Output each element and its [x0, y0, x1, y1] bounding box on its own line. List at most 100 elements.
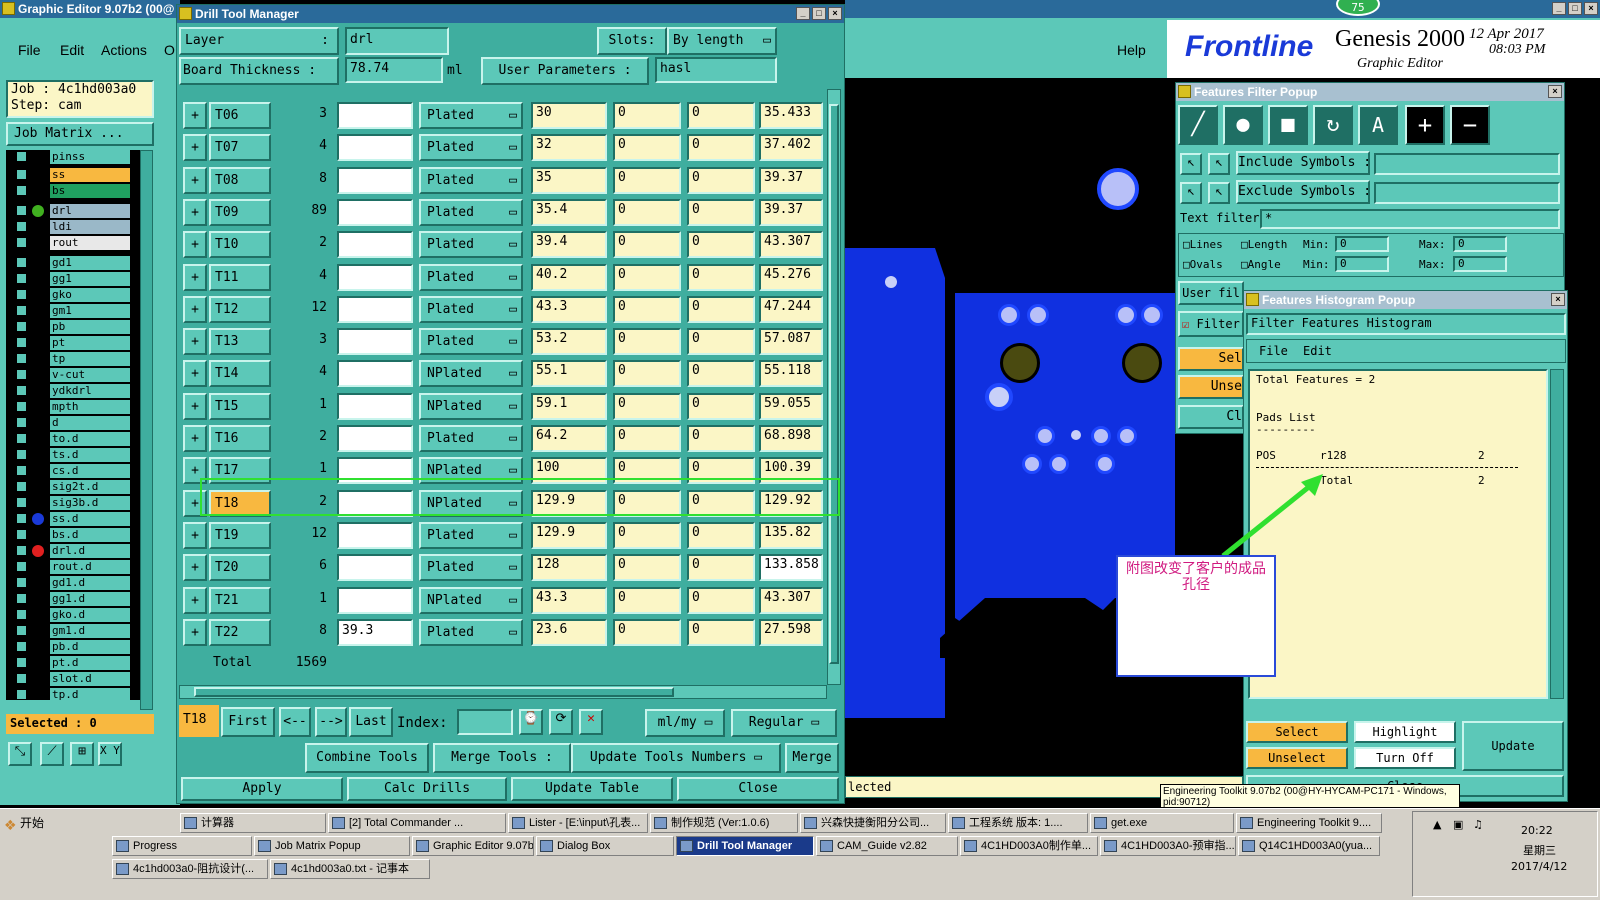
- layer-row[interactable]: tp.d: [14, 688, 132, 703]
- layer-checkbox[interactable]: [16, 673, 27, 684]
- table-row[interactable]: + T13 3 Plated ▭ 53.2 0 0 57.087: [179, 325, 823, 357]
- arc-icon[interactable]: ↻: [1313, 105, 1353, 145]
- finish-size-input[interactable]: [337, 263, 413, 291]
- apply-button[interactable]: Apply: [181, 777, 343, 801]
- drill-size-input[interactable]: 53.2: [531, 328, 607, 356]
- combine-tools-button[interactable]: Combine Tools: [305, 743, 429, 773]
- layer-checkbox[interactable]: [16, 353, 27, 364]
- layer-row[interactable]: v-cut: [14, 368, 132, 383]
- taskbar-button[interactable]: Engineering Toolkit 9....: [1236, 813, 1382, 833]
- expand-icon[interactable]: +: [183, 392, 207, 420]
- layer-row[interactable]: gd1.d: [14, 576, 132, 591]
- include-symbols-input[interactable]: [1374, 153, 1560, 175]
- layer-row[interactable]: pt: [14, 336, 132, 351]
- tool-name[interactable]: T15: [209, 392, 271, 420]
- board-thickness-input[interactable]: 78.74: [345, 57, 443, 83]
- tool-name[interactable]: T06: [209, 102, 271, 129]
- tol-plus-input[interactable]: 0: [613, 360, 681, 388]
- plated-dropdown[interactable]: NPlated ▭: [419, 360, 523, 388]
- tol-plus-input[interactable]: 0: [613, 425, 681, 452]
- tol-plus-input[interactable]: 0: [613, 134, 681, 162]
- layer-checkbox[interactable]: [16, 545, 27, 556]
- measure-icon[interactable]: ⟋: [40, 742, 64, 766]
- tol-minus-input[interactable]: 0: [687, 586, 755, 614]
- finish-size-input[interactable]: [337, 328, 413, 356]
- layer-row[interactable]: gg1.d: [14, 592, 132, 607]
- grid-icon[interactable]: ⊞: [70, 742, 94, 766]
- units-dropdown[interactable]: ml/my ▭: [645, 709, 725, 737]
- tol-plus-input[interactable]: 0: [613, 521, 681, 549]
- table-hscroll[interactable]: [179, 685, 827, 699]
- layer-row[interactable]: to.d: [14, 432, 132, 447]
- length-min-input[interactable]: 0: [1335, 236, 1389, 252]
- finish-size-input[interactable]: [337, 134, 413, 162]
- layer-checkbox[interactable]: [16, 151, 27, 162]
- taskbar-button[interactable]: 工程系统 版本: 1....: [948, 813, 1088, 833]
- tol-minus-input[interactable]: 0: [687, 198, 755, 226]
- lock-icon[interactable]: ⌚: [519, 709, 543, 735]
- plated-dropdown[interactable]: Plated ▭: [419, 554, 523, 582]
- layer-row[interactable]: drl.d: [14, 544, 132, 559]
- slots-dropdown[interactable]: By length ▭: [667, 27, 777, 55]
- drill-size-input[interactable]: 40.2: [531, 263, 607, 291]
- finish-size-input[interactable]: [337, 392, 413, 420]
- expand-icon[interactable]: +: [183, 263, 207, 291]
- plated-dropdown[interactable]: NPlated ▭: [419, 586, 523, 614]
- arrow-icon[interactable]: ↖: [1208, 182, 1230, 204]
- drill-size-input[interactable]: 39.4: [531, 231, 607, 259]
- layer-input[interactable]: drl: [345, 27, 449, 55]
- angle-max-input[interactable]: 0: [1453, 256, 1507, 272]
- turn-off-button[interactable]: Turn Off: [1354, 747, 1456, 769]
- layer-row[interactable]: gko.d: [14, 608, 132, 623]
- layer-row[interactable]: drl: [14, 204, 132, 219]
- layer-checkbox[interactable]: [16, 401, 27, 412]
- table-row[interactable]: + T07 4 Plated ▭ 32 0 0 37.402: [179, 131, 823, 163]
- tol-minus-input[interactable]: 0: [687, 618, 755, 646]
- expand-icon[interactable]: +: [183, 425, 207, 452]
- first-button[interactable]: First: [221, 707, 275, 737]
- layer-checkbox[interactable]: [16, 237, 27, 248]
- menu-actions[interactable]: Actions: [101, 42, 147, 58]
- finish-size-input[interactable]: [337, 295, 413, 323]
- minimize-icon[interactable]: _: [796, 7, 810, 20]
- text-filter-input[interactable]: *: [1260, 209, 1560, 229]
- finish-size-input[interactable]: [337, 198, 413, 226]
- maximize-icon[interactable]: □: [1568, 2, 1582, 15]
- layer-row[interactable]: mpth: [14, 400, 132, 415]
- drill-size-input[interactable]: 35: [531, 166, 607, 194]
- tol-plus-input[interactable]: 0: [613, 263, 681, 291]
- close-filter-button[interactable]: Cl: [1178, 405, 1244, 429]
- close-icon[interactable]: ×: [1584, 2, 1598, 15]
- table-row[interactable]: + T15 1 NPlated ▭ 59.1 0 0 59.055: [179, 390, 823, 422]
- tol-minus-input[interactable]: 0: [687, 392, 755, 420]
- tool-name[interactable]: T08: [209, 166, 271, 194]
- layer-row[interactable]: gm1.d: [14, 624, 132, 639]
- tol-minus-input[interactable]: 0: [687, 425, 755, 452]
- taskbar-button[interactable]: Lister - [E:\input\孔表...: [508, 813, 648, 833]
- tol-plus-input[interactable]: 0: [613, 554, 681, 582]
- filter-checkbox[interactable]: ☑ Filter: [1178, 311, 1244, 337]
- layer-checkbox[interactable]: [16, 205, 27, 216]
- table-row[interactable]: + T16 2 Plated ▭ 64.2 0 0 68.898: [179, 422, 823, 454]
- drill-size-input[interactable]: 43.3: [531, 586, 607, 614]
- tol-minus-input[interactable]: 0: [687, 263, 755, 291]
- table-row[interactable]: + T10 2 Plated ▭ 39.4 0 0 43.307: [179, 228, 823, 260]
- taskbar-button[interactable]: Graphic Editor 9.07b2...: [412, 836, 534, 856]
- tol-minus-input[interactable]: 0: [687, 521, 755, 549]
- plated-dropdown[interactable]: NPlated ▭: [419, 392, 523, 420]
- index-input[interactable]: [457, 709, 513, 735]
- close-icon[interactable]: ×: [828, 7, 842, 20]
- zoom-icon[interactable]: ⤡: [8, 742, 32, 766]
- arrow-icon[interactable]: ↖: [1180, 153, 1202, 175]
- layer-row[interactable]: sig2t.d: [14, 480, 132, 495]
- layer-checkbox[interactable]: [16, 465, 27, 476]
- close-icon[interactable]: ×: [1551, 293, 1565, 306]
- expand-icon[interactable]: +: [183, 198, 207, 226]
- table-row[interactable]: + T06 3 Plated ▭ 30 0 0 35.433: [179, 99, 823, 131]
- table-row[interactable]: + T09 89 Plated ▭ 35.4 0 0 39.37: [179, 196, 823, 228]
- layer-checkbox[interactable]: [16, 185, 27, 196]
- line-icon[interactable]: ╱: [1178, 105, 1218, 145]
- menu-file[interactable]: File: [1259, 344, 1288, 358]
- tool-name[interactable]: T07: [209, 134, 271, 162]
- layer-scrollbar[interactable]: [140, 150, 153, 710]
